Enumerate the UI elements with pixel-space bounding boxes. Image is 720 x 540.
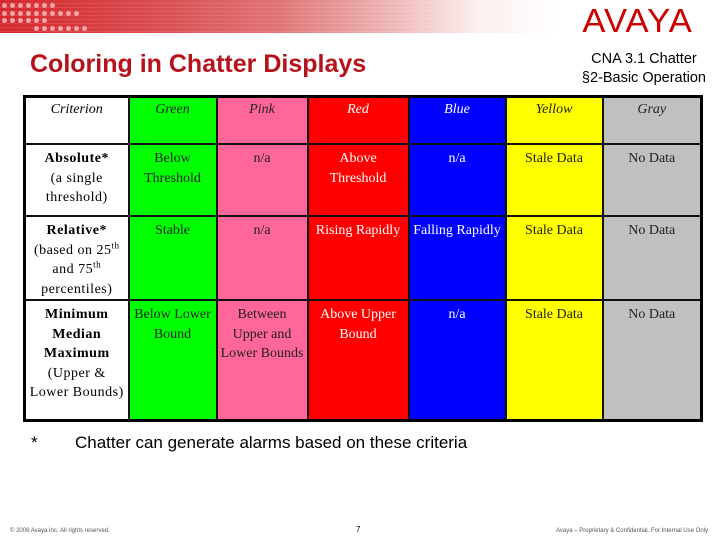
cell-pink: n/a: [215, 143, 309, 217]
column-header-gray: Gray: [601, 95, 703, 145]
table-row: Minimum Median Maximum (Upper & Lower Bo…: [23, 299, 703, 422]
footnote-text: Chatter can generate alarms based on the…: [75, 433, 468, 452]
footnote: * Chatter can generate alarms based on th…: [31, 433, 467, 453]
desc-text: percentiles): [41, 281, 113, 297]
criterion-relative: Relative* (based on 25th and 75th percen…: [23, 215, 130, 301]
criterion-name: Relative*: [46, 223, 107, 238]
cell-blue: n/a: [407, 143, 507, 217]
column-header-pink: Pink: [215, 95, 309, 145]
criterion-description: (a single threshold): [45, 170, 108, 206]
desc-text: and 75: [52, 262, 94, 277]
criterion-header: Criterion: [23, 95, 130, 145]
table-row: Absolute* (a single threshold) Below Thr…: [23, 143, 703, 217]
cell-green: Stable: [127, 215, 218, 301]
column-header-yellow: Yellow: [504, 95, 604, 145]
cell-gray: No Data: [601, 299, 703, 422]
column-header-red: Red: [306, 95, 410, 145]
criterion-absolute: Absolute* (a single threshold): [23, 143, 130, 217]
cell-pink: n/a: [215, 215, 309, 301]
slide-title: Coloring in Chatter Displays: [30, 50, 367, 78]
cell-gray: No Data: [601, 215, 703, 301]
header-dot-pattern: [2, 3, 87, 33]
criterion-name: Minimum Median Maximum: [43, 307, 110, 361]
cell-yellow: Stale Data: [504, 143, 604, 217]
cell-yellow: Stale Data: [504, 215, 604, 301]
cell-blue: n/a: [407, 299, 507, 422]
desc-text: (based on 25: [33, 242, 112, 258]
cell-gray: No Data: [601, 143, 703, 217]
cell-green: Below Lower Bound: [127, 299, 218, 422]
desc-superscript: th: [93, 259, 102, 270]
criterion-min-median-max: Minimum Median Maximum (Upper & Lower Bo…: [23, 299, 130, 422]
slide-subtitle: CNA 3.1 Chatter §2-Basic Operation: [582, 50, 706, 88]
avaya-logo: AVAYA: [582, 2, 693, 39]
coloring-table: Criterion Green Pink Red Blue Yellow Gra…: [23, 95, 703, 422]
column-header-blue: Blue: [407, 95, 507, 145]
header-gradient-bar: [0, 0, 560, 33]
page-number: 7: [356, 525, 361, 534]
table-header-row: Criterion Green Pink Red Blue Yellow Gra…: [23, 95, 703, 145]
cell-red: Above Upper Bound: [306, 299, 410, 422]
cell-green: Below Threshold: [127, 143, 218, 217]
column-header-green: Green: [127, 95, 218, 145]
subtitle-course: CNA 3.1 Chatter: [591, 51, 697, 67]
subtitle-section: §2-Basic Operation: [581, 70, 706, 86]
criterion-name: Absolute*: [44, 151, 109, 166]
criterion-description: (Upper & Lower Bounds): [29, 365, 124, 401]
cell-red: Above Threshold: [306, 143, 410, 217]
criterion-description: (based on 25th and 75th percentiles): [33, 239, 120, 297]
footnote-marker: *: [31, 433, 38, 452]
table-row: Relative* (based on 25th and 75th percen…: [23, 215, 703, 301]
cell-blue: Falling Rapidly: [407, 215, 507, 301]
cell-yellow: Stale Data: [504, 299, 604, 422]
desc-superscript: th: [111, 239, 120, 250]
footer-copyright: © 2006 Avaya Inc. All rights reserved.: [10, 528, 110, 534]
footer-confidential: Avaya – Proprietary & Confidential. For …: [556, 528, 708, 534]
cell-red: Rising Rapidly: [306, 215, 410, 301]
cell-pink: Between Upper and Lower Bounds: [215, 299, 309, 422]
